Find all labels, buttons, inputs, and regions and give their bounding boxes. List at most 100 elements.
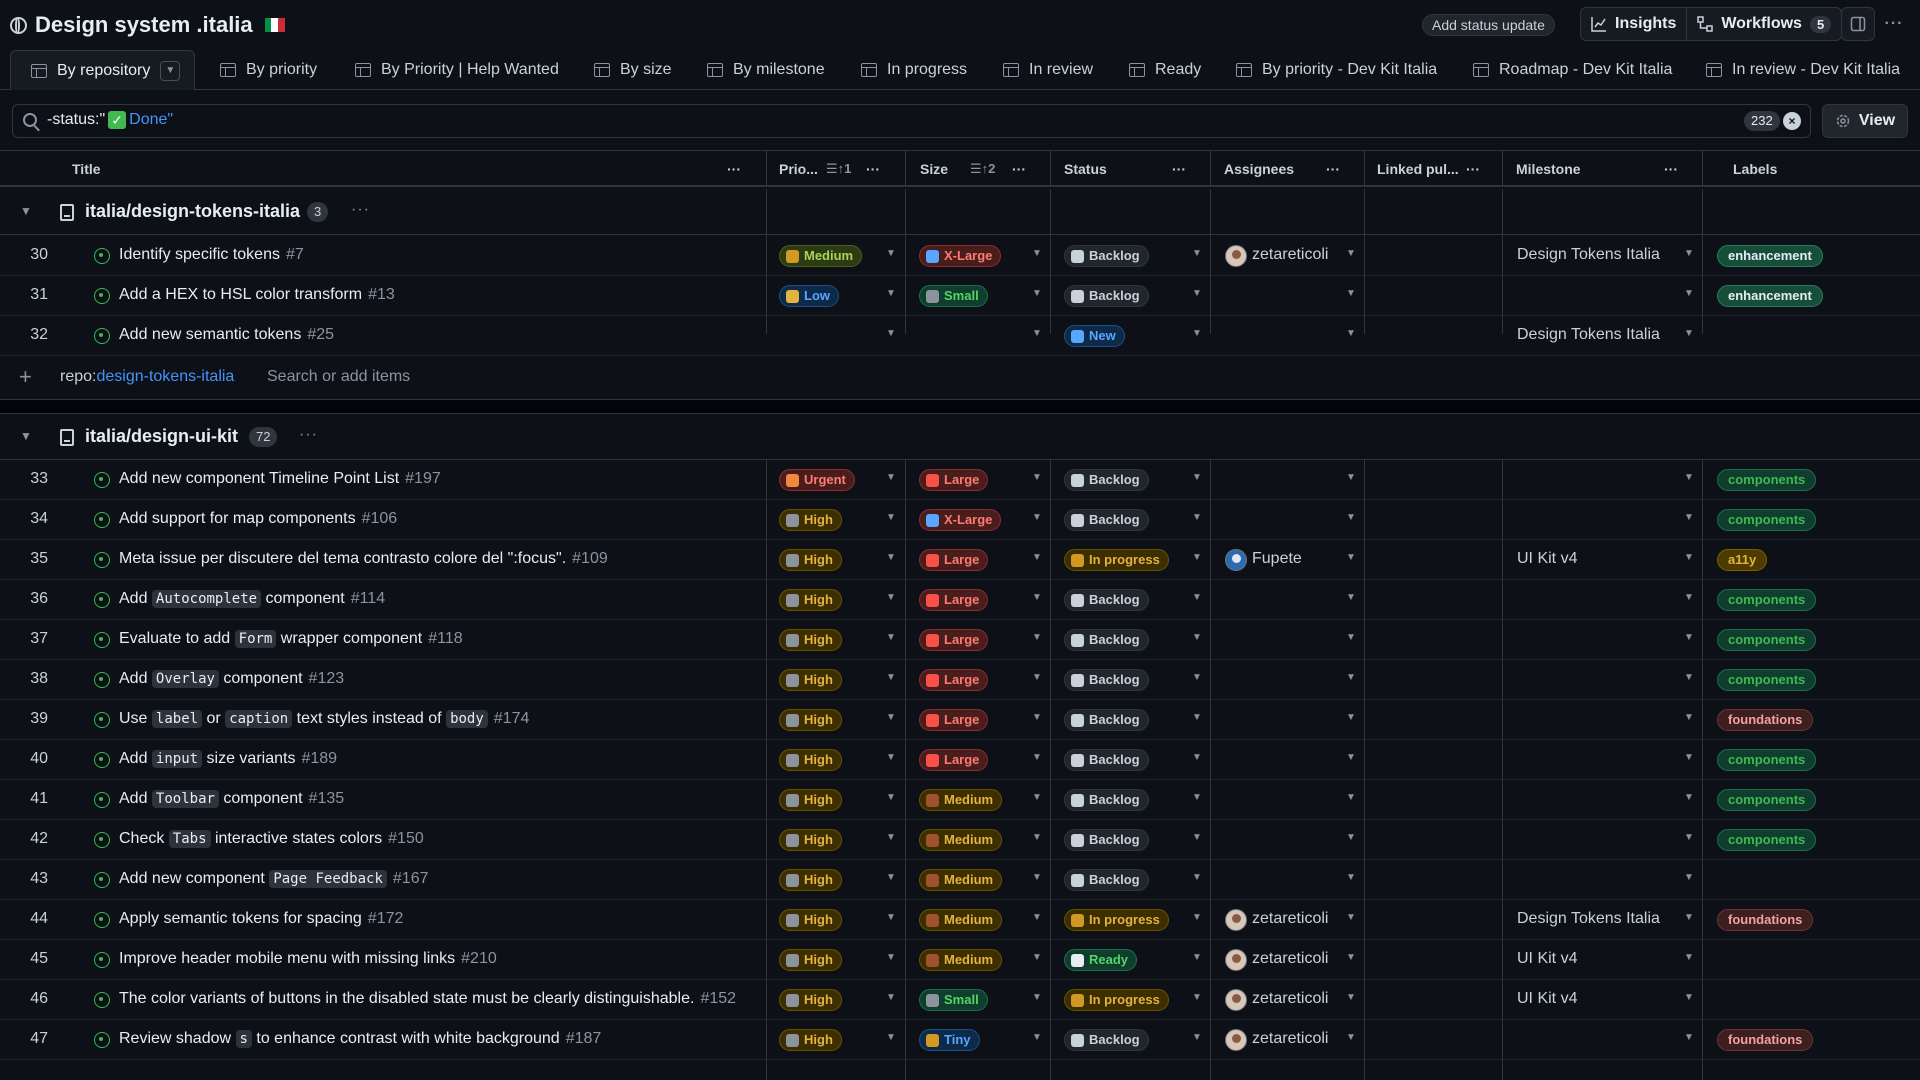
milestone-dropdown-icon[interactable]: ▼ bbox=[1684, 248, 1694, 259]
tab-ready[interactable]: Ready bbox=[1129, 50, 1201, 90]
size-medium[interactable]: Medium bbox=[919, 949, 1003, 971]
status-dropdown-icon[interactable]: ▼ bbox=[1192, 552, 1202, 563]
chevron-down-icon[interactable]: ▼ bbox=[20, 429, 32, 443]
assignee-name[interactable]: zetareticoli bbox=[1252, 246, 1328, 264]
chevron-down-icon[interactable]: ▼ bbox=[20, 204, 32, 218]
size-dropdown-icon[interactable]: ▼ bbox=[1032, 832, 1042, 843]
size-dropdown-icon[interactable]: ▼ bbox=[1032, 952, 1042, 963]
issue-title[interactable]: Meta issue per discutere del tema contra… bbox=[119, 550, 608, 568]
status-backlog[interactable]: Backlog bbox=[1064, 629, 1149, 651]
priority-high[interactable]: High bbox=[779, 989, 842, 1011]
status-backlog[interactable]: Backlog bbox=[1064, 789, 1149, 811]
milestone-dropdown-icon[interactable]: ▼ bbox=[1684, 632, 1694, 643]
milestone-value[interactable]: UI Kit v4 bbox=[1517, 950, 1577, 968]
assignees-dropdown-icon[interactable]: ▼ bbox=[1346, 592, 1356, 603]
issue-title[interactable]: Add Toolbar component #135 bbox=[119, 790, 344, 808]
filter-bar[interactable]: -status:" ✓ Done" 232 × bbox=[12, 104, 1811, 138]
size-large[interactable]: Large bbox=[919, 709, 989, 731]
group-menu-icon[interactable]: ··· bbox=[299, 426, 318, 444]
issue-title[interactable]: Add Autocomplete component #114 bbox=[119, 590, 385, 608]
status-backlog[interactable]: Backlog bbox=[1064, 589, 1149, 611]
priority-dropdown-icon[interactable]: ▼ bbox=[886, 792, 896, 803]
size-dropdown-icon[interactable]: ▼ bbox=[1032, 992, 1042, 1003]
assignees-dropdown-icon[interactable]: ▼ bbox=[1346, 712, 1356, 723]
column-linked-menu-icon[interactable]: ··· bbox=[1466, 151, 1480, 186]
status-dropdown-icon[interactable]: ▼ bbox=[1192, 912, 1202, 923]
label-components[interactable]: components bbox=[1717, 629, 1817, 651]
tab-roadmap-dev-kit[interactable]: Roadmap - Dev Kit Italia bbox=[1473, 50, 1672, 90]
size-dropdown-icon[interactable]: ▼ bbox=[1032, 288, 1042, 299]
table-row[interactable]: 47 Review shadow s to enhance contrast wi… bbox=[0, 1020, 1920, 1060]
milestone-dropdown-icon[interactable]: ▼ bbox=[1684, 992, 1694, 1003]
tab-by-priority-dev-kit[interactable]: By priority - Dev Kit Italia bbox=[1236, 50, 1437, 90]
status-dropdown-icon[interactable]: ▼ bbox=[1192, 1032, 1202, 1043]
priority-high[interactable]: High bbox=[779, 629, 842, 651]
priority-dropdown-icon[interactable]: ▼ bbox=[886, 992, 896, 1003]
status-backlog[interactable]: Backlog bbox=[1064, 709, 1149, 731]
issue-title[interactable]: Improve header mobile menu with missing … bbox=[119, 950, 497, 968]
add-item-row[interactable]: + repo:design-tokens-italia Search or add … bbox=[0, 356, 1920, 400]
table-row[interactable]: 42 Check Tabs interactive states colors #1… bbox=[0, 820, 1920, 860]
size-large[interactable]: Large bbox=[919, 549, 989, 571]
size-dropdown-icon[interactable]: ▼ bbox=[1032, 328, 1042, 339]
status-dropdown-icon[interactable]: ▼ bbox=[1192, 712, 1202, 723]
priority-urgent[interactable]: Urgent bbox=[779, 469, 855, 491]
assignees-dropdown-icon[interactable]: ▼ bbox=[1346, 752, 1356, 763]
label-foundations[interactable]: foundations bbox=[1717, 709, 1814, 731]
priority-dropdown-icon[interactable]: ▼ bbox=[886, 1032, 896, 1043]
status-backlog[interactable]: Backlog bbox=[1064, 749, 1149, 771]
column-labels[interactable]: Labels bbox=[1733, 151, 1777, 186]
sidebar-toggle-button[interactable] bbox=[1841, 7, 1875, 41]
priority-high[interactable]: High bbox=[779, 789, 842, 811]
tab-in-progress[interactable]: In progress bbox=[861, 50, 967, 90]
assignees-dropdown-icon[interactable]: ▼ bbox=[1346, 1032, 1356, 1043]
label-enhancement[interactable]: enhancement bbox=[1717, 245, 1823, 267]
table-row[interactable]: 34 Add support for map components #106 High… bbox=[0, 500, 1920, 540]
size-dropdown-icon[interactable]: ▼ bbox=[1032, 792, 1042, 803]
filter-query[interactable]: -status:" ✓ Done" bbox=[47, 111, 173, 129]
status-backlog[interactable]: Backlog bbox=[1064, 1029, 1149, 1051]
assignees-dropdown-icon[interactable]: ▼ bbox=[1346, 952, 1356, 963]
assignees-dropdown-icon[interactable]: ▼ bbox=[1346, 472, 1356, 483]
status-dropdown-icon[interactable]: ▼ bbox=[1192, 992, 1202, 1003]
size-dropdown-icon[interactable]: ▼ bbox=[1032, 872, 1042, 883]
issue-title[interactable]: Identify specific tokens #7 bbox=[119, 246, 304, 264]
milestone-dropdown-icon[interactable]: ▼ bbox=[1684, 832, 1694, 843]
column-status[interactable]: Status bbox=[1064, 151, 1107, 186]
priority-dropdown-icon[interactable]: ▼ bbox=[886, 872, 896, 883]
label-components[interactable]: components bbox=[1717, 469, 1817, 491]
assignee-name[interactable]: zetareticoli bbox=[1252, 910, 1328, 928]
table-row[interactable]: 39 Use label or caption text styles inste… bbox=[0, 700, 1920, 740]
assignees-dropdown-icon[interactable]: ▼ bbox=[1346, 992, 1356, 1003]
size-medium[interactable]: Medium bbox=[919, 829, 1003, 851]
label-components[interactable]: components bbox=[1717, 829, 1817, 851]
table-row[interactable]: 32 Add new semantic tokens #25 ▼ ▼ New ▼ ▼ Desig… bbox=[0, 316, 1920, 356]
column-size-menu-icon[interactable]: ··· bbox=[1012, 151, 1026, 186]
tab-in-review[interactable]: In review bbox=[1003, 50, 1093, 90]
priority-dropdown-icon[interactable]: ▼ bbox=[886, 288, 896, 299]
issue-title[interactable]: Add a HEX to HSL color transform #13 bbox=[119, 286, 395, 304]
status-dropdown-icon[interactable]: ▼ bbox=[1192, 512, 1202, 523]
milestone-dropdown-icon[interactable]: ▼ bbox=[1684, 912, 1694, 923]
column-title[interactable]: Title bbox=[72, 151, 101, 186]
tab-by-size[interactable]: By size bbox=[594, 50, 672, 90]
add-status-update-button[interactable]: Add status update bbox=[1422, 14, 1555, 36]
label-components[interactable]: components bbox=[1717, 669, 1817, 691]
status-backlog[interactable]: Backlog bbox=[1064, 669, 1149, 691]
priority-high[interactable]: High bbox=[779, 509, 842, 531]
milestone-dropdown-icon[interactable]: ▼ bbox=[1684, 672, 1694, 683]
milestone-dropdown-icon[interactable]: ▼ bbox=[1684, 288, 1694, 299]
tab-in-review-dev-kit[interactable]: In review - Dev Kit Italia bbox=[1706, 50, 1900, 90]
table-row[interactable]: 30 Identify specific tokens #7 Medium ▼ X-Lar… bbox=[0, 236, 1920, 276]
priority-high[interactable]: High bbox=[779, 949, 842, 971]
size-large[interactable]: Large bbox=[919, 469, 989, 491]
tab-options-dropdown[interactable]: ▼ bbox=[160, 60, 181, 81]
milestone-dropdown-icon[interactable]: ▼ bbox=[1684, 712, 1694, 723]
size-dropdown-icon[interactable]: ▼ bbox=[1032, 248, 1042, 259]
size-dropdown-icon[interactable]: ▼ bbox=[1032, 912, 1042, 923]
repo-link[interactable]: design-tokens-italia bbox=[96, 368, 234, 385]
column-status-menu-icon[interactable]: ··· bbox=[1172, 151, 1186, 186]
add-item-repo-scope[interactable]: repo:design-tokens-italia bbox=[60, 368, 234, 386]
status-backlog[interactable]: Backlog bbox=[1064, 245, 1149, 267]
clear-filter-icon[interactable]: × bbox=[1783, 112, 1801, 130]
